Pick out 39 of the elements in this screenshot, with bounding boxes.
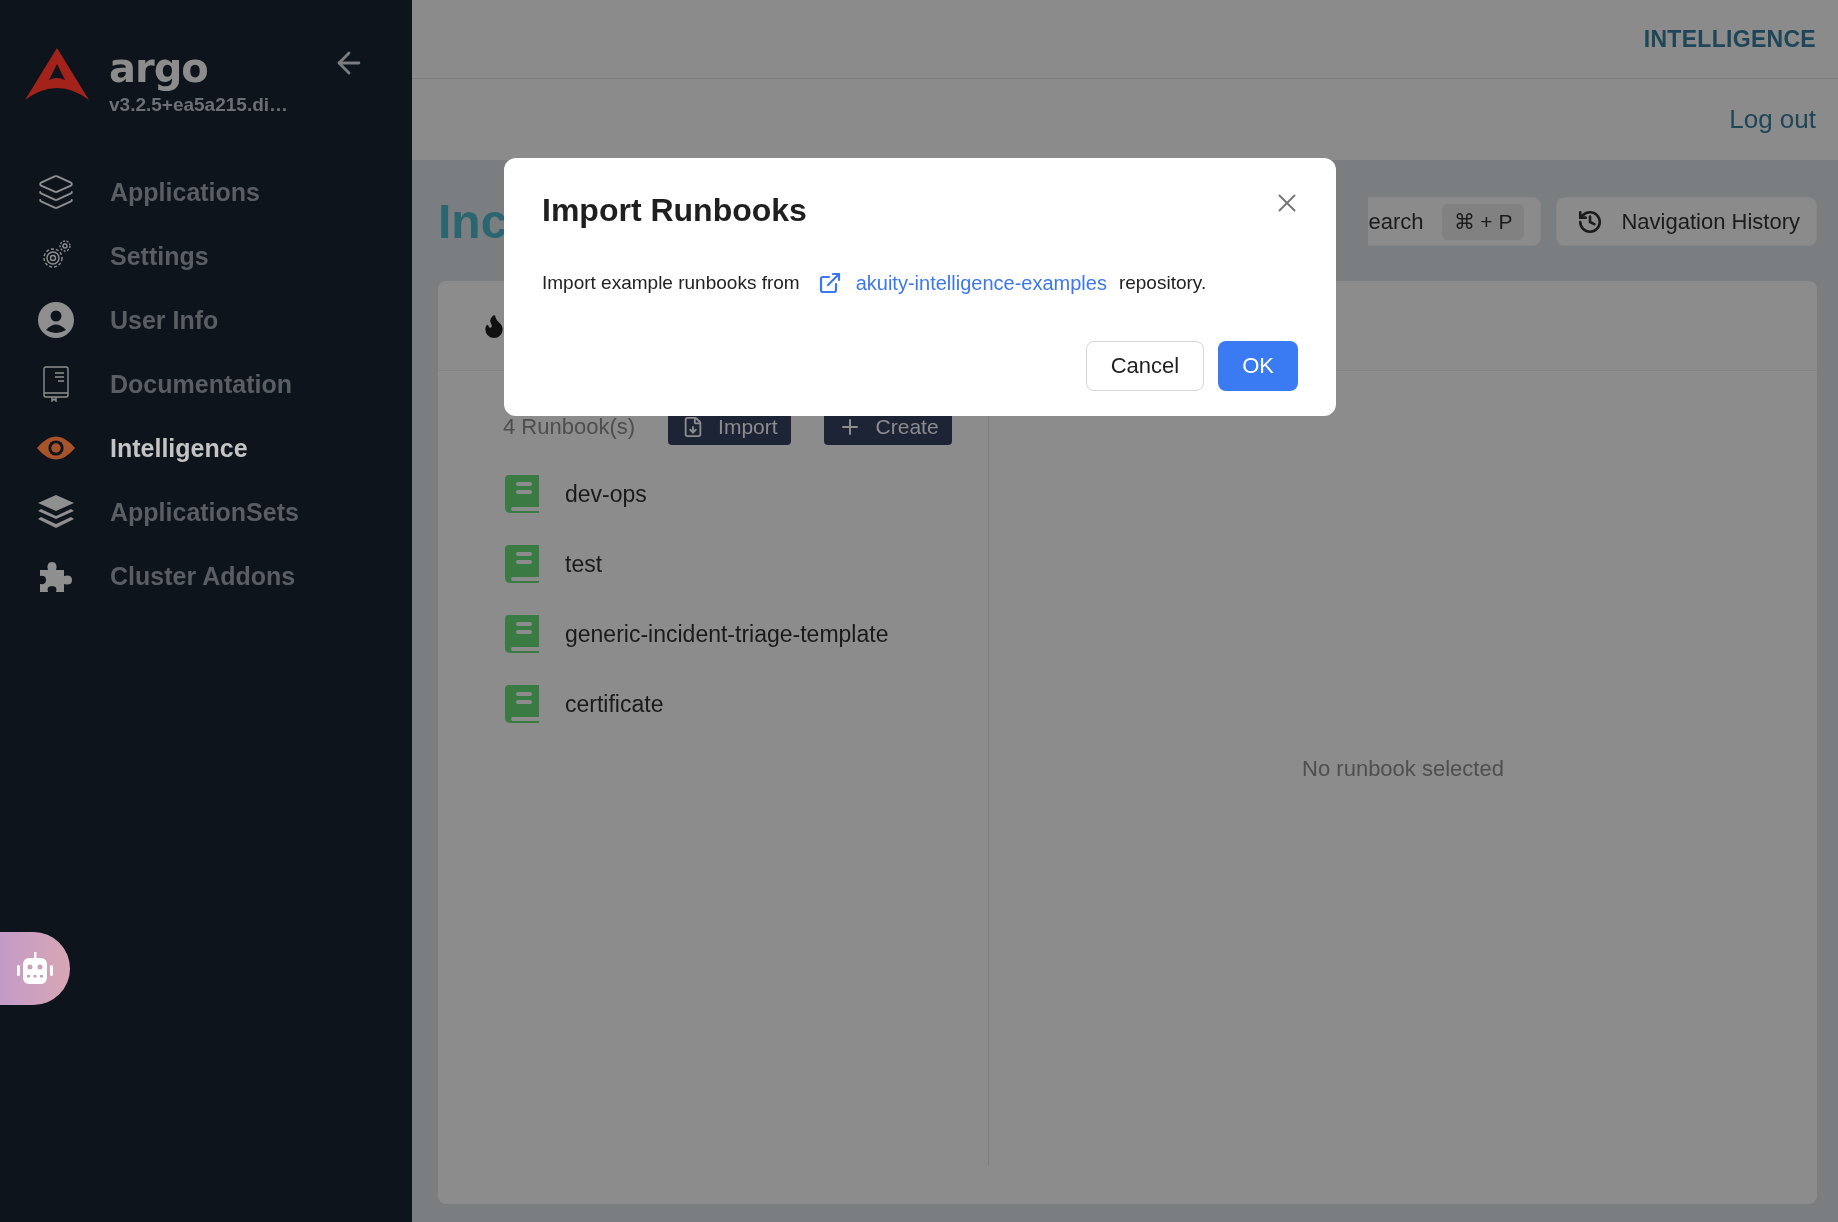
book-icon bbox=[505, 545, 539, 583]
navigation-history-button[interactable]: Navigation History bbox=[1556, 197, 1817, 246]
runbook-item[interactable]: generic-incident-triage-template bbox=[565, 620, 889, 648]
empty-message: No runbook selected bbox=[1302, 755, 1504, 782]
runbook-item[interactable]: certificate bbox=[565, 690, 664, 718]
external-link-icon bbox=[817, 271, 842, 295]
page-title: Inc bbox=[438, 194, 508, 249]
nav-item[interactable]: User Info bbox=[0, 288, 412, 352]
version-label: v3.2.5+ea5a215.di… bbox=[109, 94, 290, 116]
ok-button[interactable]: OK bbox=[1218, 341, 1298, 391]
history-icon bbox=[1577, 208, 1604, 235]
section-title: INTELLIGENCE bbox=[1643, 25, 1816, 53]
layers-icon bbox=[37, 173, 75, 211]
nav-item[interactable]: Applications bbox=[0, 160, 412, 224]
nav-item[interactable]: Documentation bbox=[0, 352, 412, 416]
robot-icon bbox=[15, 951, 55, 986]
dialog-text: repository. bbox=[1118, 272, 1207, 294]
assistant-button[interactable] bbox=[0, 932, 70, 1005]
book-icon bbox=[505, 615, 539, 653]
user-icon bbox=[38, 302, 74, 338]
cancel-button[interactable]: Cancel bbox=[1085, 341, 1205, 391]
dialog-text: Import example runbooks from bbox=[542, 272, 800, 294]
document-icon bbox=[42, 366, 70, 402]
dialog-title: Import Runbooks bbox=[542, 192, 807, 229]
search-button[interactable]: earch ⌘ + P bbox=[1368, 197, 1542, 246]
nav-item[interactable]: Intelligence bbox=[0, 416, 412, 480]
runbook-item[interactable]: dev-ops bbox=[565, 480, 647, 508]
book-icon bbox=[505, 475, 539, 513]
nav-item[interactable]: Cluster Addons bbox=[0, 544, 412, 608]
shortcut-key: ⌘ + P bbox=[1441, 203, 1525, 240]
repository-link[interactable]: akuity-intelligence-examples bbox=[817, 271, 1107, 295]
runbook-item[interactable]: test bbox=[565, 550, 603, 578]
runbook-count: 4 Runbook(s) bbox=[503, 414, 636, 440]
nav-item[interactable]: ApplicationSets bbox=[0, 480, 412, 544]
book-icon bbox=[505, 685, 539, 723]
brand-name: argo bbox=[109, 46, 209, 90]
stack-icon bbox=[37, 494, 75, 530]
nav-item[interactable]: Settings bbox=[0, 224, 412, 288]
logout-link[interactable]: Log out bbox=[1729, 104, 1816, 135]
